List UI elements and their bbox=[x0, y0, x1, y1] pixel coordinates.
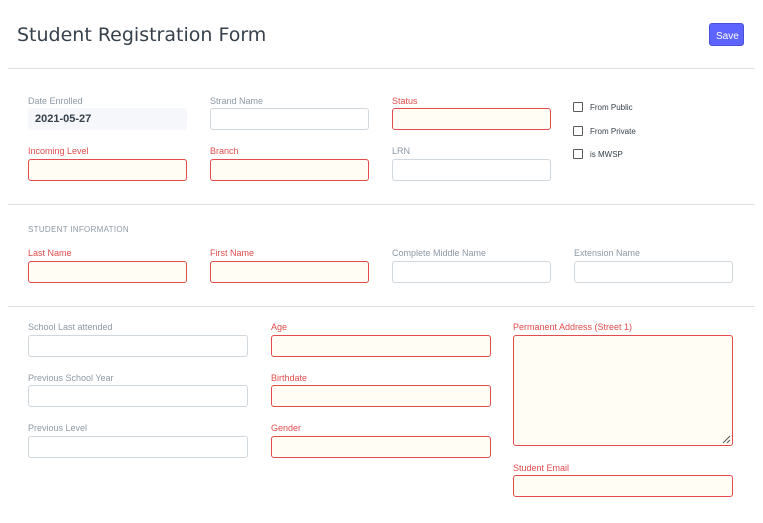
birthdate-input[interactable] bbox=[271, 385, 491, 407]
strand-name-input[interactable] bbox=[210, 108, 369, 130]
branch-input[interactable] bbox=[210, 159, 369, 181]
is-mwsp-label: is MWSP bbox=[590, 149, 623, 159]
is-mwsp-checkbox[interactable]: is MWSP bbox=[573, 148, 623, 160]
gender-label: Gender bbox=[271, 423, 302, 433]
student-email-label: Student Email bbox=[513, 463, 570, 473]
first-name-label: First Name bbox=[210, 248, 255, 258]
status-input[interactable] bbox=[392, 108, 551, 130]
incoming-level-label: Incoming Level bbox=[28, 146, 89, 156]
save-button[interactable]: Save bbox=[709, 23, 744, 46]
branch-label: Branch bbox=[210, 146, 239, 156]
section-divider bbox=[8, 204, 755, 205]
checkbox-icon[interactable] bbox=[573, 126, 583, 136]
lrn-label: LRN bbox=[392, 146, 411, 156]
student-information-heading: STUDENT INFORMATION bbox=[28, 225, 129, 234]
incoming-level-input[interactable] bbox=[28, 159, 187, 181]
checkbox-icon[interactable] bbox=[573, 102, 583, 112]
registration-form-page: Student Registration Form Save Date Enro… bbox=[0, 0, 763, 523]
age-input[interactable] bbox=[271, 335, 491, 357]
previous-level-input[interactable] bbox=[28, 436, 248, 458]
lrn-input[interactable] bbox=[392, 159, 551, 181]
from-private-checkbox[interactable]: From Private bbox=[573, 125, 636, 137]
last-name-label: Last Name bbox=[28, 248, 72, 258]
first-name-input[interactable] bbox=[210, 261, 369, 283]
school-last-attended-input[interactable] bbox=[28, 335, 248, 357]
date-enrolled-label: Date Enrolled bbox=[28, 96, 83, 106]
resize-handle-icon[interactable] bbox=[721, 434, 731, 444]
strand-name-label: Strand Name bbox=[210, 96, 264, 106]
checkbox-icon[interactable] bbox=[573, 149, 583, 159]
extension-name-label: Extension Name bbox=[574, 248, 641, 258]
middle-name-label: Complete Middle Name bbox=[392, 248, 487, 258]
from-public-checkbox[interactable]: From Public bbox=[573, 101, 633, 113]
from-public-label: From Public bbox=[590, 102, 633, 112]
previous-level-label: Previous Level bbox=[28, 423, 88, 433]
header-divider bbox=[8, 68, 755, 69]
status-label: Status bbox=[392, 96, 418, 106]
gender-input[interactable] bbox=[271, 436, 491, 458]
age-label: Age bbox=[271, 322, 288, 332]
middle-name-input[interactable] bbox=[392, 261, 551, 283]
permanent-address-label: Permanent Address (Street 1) bbox=[513, 322, 633, 332]
permanent-address-textarea[interactable] bbox=[513, 335, 733, 446]
birthdate-label: Birthdate bbox=[271, 373, 308, 383]
previous-school-year-label: Previous School Year bbox=[28, 373, 114, 383]
from-private-label: From Private bbox=[590, 126, 636, 136]
extension-name-input[interactable] bbox=[574, 261, 733, 283]
previous-school-year-input[interactable] bbox=[28, 385, 248, 407]
section-divider bbox=[8, 306, 755, 307]
student-email-input[interactable] bbox=[513, 475, 733, 497]
school-last-attended-label: School Last attended bbox=[28, 322, 113, 332]
page-title: Student Registration Form bbox=[17, 24, 267, 46]
date-enrolled-value: 2021-05-27 bbox=[28, 108, 187, 130]
last-name-input[interactable] bbox=[28, 261, 187, 283]
